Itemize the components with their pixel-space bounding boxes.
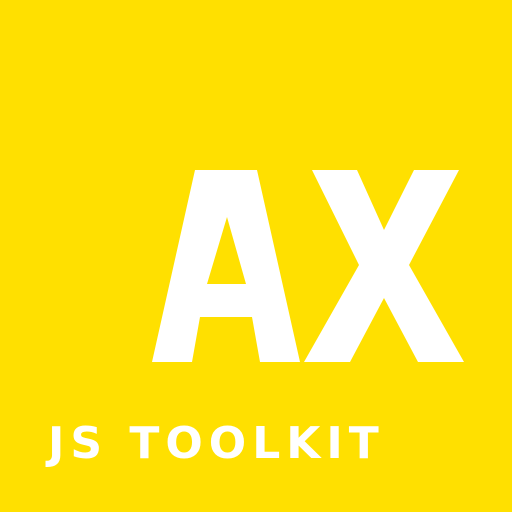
tagline: JS TOOLKIT (48, 418, 385, 469)
ax-logo-mark (152, 170, 464, 362)
logo-tile: JS TOOLKIT (0, 0, 512, 512)
